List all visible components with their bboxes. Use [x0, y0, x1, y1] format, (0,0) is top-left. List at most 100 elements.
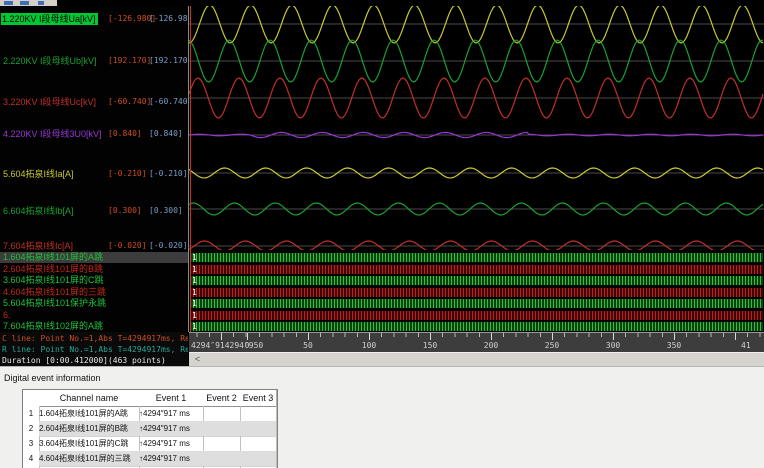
- table-cell-name: 3.604拓泉I线101屏的C跳: [39, 436, 140, 452]
- time-cursor-line[interactable]: [190, 6, 191, 332]
- digital-trace-4: 1: [190, 288, 763, 297]
- r-cursor-value: [0.840]: [149, 129, 183, 138]
- cursor-status-box: C line: Point No.=1,Abs T=4294917ms, Rel…: [0, 332, 188, 366]
- table-cell-event1: ↑4294″917 ms: [139, 421, 204, 437]
- table-row[interactable]: 4 4.604拓泉I线101屏的三跳 ↑4294″917 ms: [23, 451, 277, 467]
- r-cursor-value: [-0.210]: [149, 169, 188, 178]
- toolbar-icon[interactable]: [4, 1, 13, 5]
- channel-name: 2.604拓泉I线101屏的B跳: [3, 264, 104, 274]
- axis-tick-label: 200: [483, 341, 499, 350]
- r-cursor-value: [-60.740]: [149, 97, 188, 106]
- digital-channel-label-1[interactable]: 1.604拓泉I线101屏的A跳: [0, 252, 188, 263]
- channel-name: 1.220KV I段母线Ua[kV]: [1, 13, 98, 25]
- r-cursor-value: [192.170]: [149, 56, 188, 65]
- digital-event-section: Digital event information Channel name Ev…: [0, 366, 764, 468]
- scroll-left-arrow[interactable]: <: [191, 354, 204, 365]
- panel-divider[interactable]: [188, 6, 189, 332]
- axis-tick-label: 350: [666, 341, 682, 350]
- c-cursor-value: [-0.020]: [108, 241, 147, 250]
- table-cell-num: 2: [23, 421, 40, 437]
- analog-channel-label-1[interactable]: 1.220KV I段母线Ua[kV][-126.980][-126.980]: [0, 13, 188, 25]
- digital-trace-5: 1: [190, 299, 763, 308]
- digital-channel-label-4[interactable]: 4.604拓泉I线101屏的三跳: [0, 287, 188, 298]
- axis-tick-label: 4294″914294″950: [191, 341, 264, 350]
- axis-tick-label: 150: [422, 341, 438, 350]
- table-cell-name: 1.604拓泉I线101屏的A跳: [39, 406, 140, 422]
- table-header-event1: Event 1: [139, 390, 204, 407]
- channel-label-panel: 1.220KV I段母线Ua[kV][-126.980][-126.980]2.…: [0, 6, 188, 332]
- table-row[interactable]: 2 2.604拓泉I线101屏的B跳 ↑4294″917 ms: [23, 421, 277, 437]
- duration-status: Duration [0:00.412000](463 points): [2, 356, 166, 365]
- c-cursor-value: [-0.210]: [108, 169, 147, 178]
- digital-state-value: 1: [192, 253, 197, 262]
- waveform-analyzer-window: 1.220KV I段母线Ua[kV][-126.980][-126.980]2.…: [0, 0, 764, 468]
- digital-state-value: 1: [192, 311, 197, 320]
- toolbar-icon[interactable]: [20, 1, 29, 5]
- section-title: Digital event information: [4, 373, 101, 383]
- digital-state-value: 1: [192, 276, 197, 285]
- digital-channel-label-3[interactable]: 3.604拓泉I线101屏的C跳: [0, 275, 188, 286]
- analog-channel-label-4[interactable]: 4.220KV I段母线3U0[kV] [0.840] [0.840]: [0, 128, 188, 140]
- table-cell-event3: [240, 451, 277, 467]
- event-time: 4294″917 ms: [143, 424, 190, 433]
- digital-trace-1: 1: [190, 253, 763, 262]
- digital-trace-6: 1: [190, 311, 763, 320]
- table-row[interactable]: 3 3.604拓泉I线101屏的C跳 ↑4294″917 ms: [23, 436, 277, 452]
- digital-channel-label-6[interactable]: 6.: [0, 310, 188, 321]
- table-cell-event2: [203, 406, 241, 422]
- channel-name: 1.604拓泉I线101屏的A跳: [3, 252, 104, 262]
- table-cell-num: 3: [23, 436, 40, 452]
- event-time: 4294″917 ms: [143, 409, 190, 418]
- channel-name: 3.220KV I段母线Uc[kV]: [3, 97, 97, 107]
- digital-trace-3: 1: [190, 276, 763, 285]
- channel-name: 6.604拓泉I线Ib[A]: [3, 206, 74, 216]
- digital-channel-label-7[interactable]: 7.604拓泉I线102屏的A跳: [0, 321, 188, 332]
- analog-channel-label-5[interactable]: 5.604拓泉I线Ia[A] [-0.210] [-0.210]: [0, 168, 188, 180]
- analog-channel-label-7[interactable]: 7.604拓泉I线Ic[A] [-0.020] [-0.020]: [0, 240, 188, 252]
- time-axis-ruler[interactable]: 4294″914294″950 0 50 100 150 200 250 300 350 41: [189, 332, 764, 353]
- c-cursor-value: [-60.740]: [108, 97, 152, 106]
- c-cursor-value: [0.840]: [108, 129, 142, 138]
- axis-major-ticks: [189, 333, 764, 340]
- channel-name: 5.604拓泉I线101保护永跳: [3, 298, 107, 308]
- table-row[interactable]: 1 1.604拓泉I线101屏的A跳 ↑4294″917 ms: [23, 406, 277, 422]
- channel-name: 6.: [3, 310, 11, 320]
- digital-state-value: 1: [192, 265, 197, 274]
- r-cursor-value: [-0.020]: [149, 241, 188, 250]
- table-cell-event2: [203, 436, 241, 452]
- digital-trace-2: 1: [190, 265, 763, 274]
- r-cursor-value: [-126.980]: [149, 14, 188, 23]
- r-line-status: R line: Point No.=1,Abs T=4294917ms, Rel…: [2, 345, 188, 354]
- channel-name: 7.604拓泉I线Ic[A]: [3, 241, 74, 251]
- analog-channel-label-6[interactable]: 6.604拓泉I线Ib[A] [0.300] [0.300]: [0, 205, 188, 217]
- c-line-status: C line: Point No.=1,Abs T=4294917ms, Rel…: [2, 334, 188, 343]
- r-cursor-value: [0.300]: [149, 206, 183, 215]
- table-cell-event3: [240, 436, 277, 452]
- table-header-name: Channel name: [39, 390, 140, 407]
- horizontal-scrollbar[interactable]: <: [189, 352, 764, 367]
- analog-channel-label-2[interactable]: 2.220KV I段母线Ub[kV] [192.170][192.170]: [0, 55, 188, 67]
- table-header-num: [23, 390, 40, 407]
- table-cell-event3: [240, 421, 277, 437]
- event-time: 4294″917 ms: [143, 454, 190, 463]
- digital-channel-label-2[interactable]: 2.604拓泉I线101屏的B跳: [0, 264, 188, 275]
- channel-name: 3.604拓泉I线101屏的C跳: [3, 275, 104, 285]
- digital-state-value: 1: [192, 288, 197, 297]
- analog-waveform-panel[interactable]: [189, 6, 764, 250]
- digital-event-table: Channel name Event 1 Event 2 Event 3 1 1.604拓…: [22, 389, 278, 468]
- c-cursor-value: [0.300]: [108, 206, 142, 215]
- channel-name: 4.604拓泉I线101屏的三跳: [3, 287, 107, 297]
- digital-state-value: 1: [192, 322, 197, 331]
- analog-channel-label-3[interactable]: 3.220KV I段母线Uc[kV] [-60.740][-60.740]: [0, 96, 188, 108]
- axis-tick-label: 250: [544, 341, 560, 350]
- table-cell-num: 4: [23, 451, 40, 467]
- channel-name: 7.604拓泉I线102屏的A跳: [3, 321, 104, 331]
- table-header-event2: Event 2: [203, 390, 241, 407]
- toolbar-icon[interactable]: [38, 1, 44, 5]
- digital-trace-panel[interactable]: 1 1 1 1 1 1 1: [189, 250, 764, 332]
- c-cursor-value: [192.170]: [108, 56, 152, 65]
- axis-tick-label: 50: [303, 341, 313, 350]
- table-cell-event1: ↑4294″917 ms: [139, 451, 204, 467]
- digital-channel-label-5[interactable]: 5.604拓泉I线101保护永跳: [0, 298, 188, 309]
- table-cell-num: 1: [23, 406, 40, 422]
